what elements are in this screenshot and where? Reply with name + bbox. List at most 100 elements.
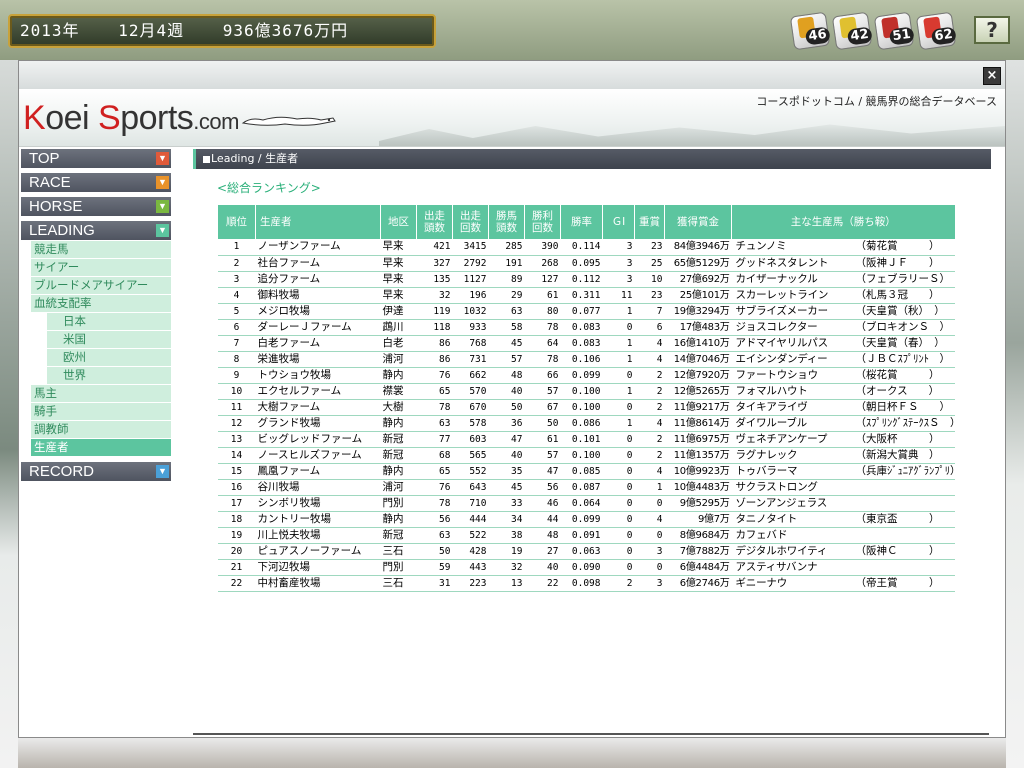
table-cell: （阪神ＪＦ ）: [853, 255, 955, 272]
table-row[interactable]: 12 グランド牧場 静内 63 578 36 50 0.086 1 4 11億8614万 ダイワルーブ…: [217, 415, 955, 432]
table-cell: 570: [452, 383, 489, 400]
item-badge-4[interactable]: 62: [915, 11, 957, 51]
table-row[interactable]: 22 中村畜産牧場 三石 31 223 13 22 0.098 2 3 6億2746万 ギニーナウ （帝…: [217, 575, 955, 592]
table-cell: 三石: [380, 543, 417, 560]
table-row[interactable]: 13 ビッグレッドファーム 新冠 77 603 47 61 0.101 0 2 11億6975万 ヴェ…: [217, 431, 955, 448]
table-row[interactable]: 16 谷川牧場 浦河 76 643 45 56 0.087 0 1 10億4483万 サクラストロング: [217, 479, 955, 496]
nav-leading-europe[interactable]: 欧州: [47, 349, 171, 367]
nav-leading-usa[interactable]: 米国: [47, 331, 171, 349]
table-cell: 9億7万: [664, 511, 732, 528]
table-row[interactable]: 17 シンボリ牧場 門別 78 710 33 46 0.064 0 0 9億5295万 ゾーンアンジェ…: [217, 495, 955, 512]
table-row[interactable]: 7 白老ファーム 白老 86 768 45 64 0.083 1 4 16億1410万 アドマイヤリル…: [217, 335, 955, 352]
nav-leading-breeder[interactable]: 生産者: [31, 439, 171, 457]
table-cell: 0.091: [560, 527, 603, 544]
table-cell: 56: [524, 479, 561, 496]
table-row[interactable]: 19 川上悦夫牧場 新冠 63 522 38 48 0.091 0 0 8億9684万 カフェバド: [217, 527, 955, 544]
table-cell: [853, 527, 955, 544]
table-cell: 8: [217, 351, 256, 368]
nav-top[interactable]: TOP ▼: [21, 149, 171, 168]
table-cell: ギニーナウ: [731, 575, 854, 592]
table-cell: 静内: [380, 463, 417, 480]
table-row[interactable]: 4 御料牧場 早来 32 196 29 61 0.311 11 23 25億101万 スカーレットライ…: [217, 287, 955, 304]
table-cell: 18: [217, 511, 256, 528]
table-cell: 16: [217, 479, 256, 496]
table-cell: 3: [217, 271, 256, 288]
item-badge-3[interactable]: 51: [873, 11, 915, 51]
site-logo[interactable]: Koei Sports.com: [23, 99, 337, 138]
chevron-down-icon: ▼: [156, 176, 169, 189]
table-cell: 33: [488, 495, 525, 512]
table-row[interactable]: 3 追分ファーム 早来 135 1127 89 127 0.112 3 10 27億692万 カイザー…: [217, 271, 955, 288]
table-cell: 127: [524, 271, 561, 288]
table-cell: 64: [524, 335, 561, 352]
table-row[interactable]: 1 ノーザンファーム 早来 421 3415 285 390 0.114 3 23 84億3946万…: [217, 239, 955, 256]
table-cell: 栄進牧場: [255, 351, 381, 368]
nav-leading-sire[interactable]: サイアー: [31, 259, 171, 277]
table-row[interactable]: 15 鳳凰ファーム 静内 65 552 35 47 0.085 0 4 10億9923万 トゥバラーマ…: [217, 463, 955, 480]
table-row[interactable]: 21 下河辺牧場 門別 59 443 32 40 0.090 0 0 6億4484万 アスティサバンナ: [217, 559, 955, 576]
section-title: <総合ランキング>: [217, 181, 321, 195]
table-row[interactable]: 9 トウショウ牧場 静内 76 662 48 66 0.099 0 2 12億7920万 ファートウシ…: [217, 367, 955, 384]
table-cell: 6: [217, 319, 256, 336]
table-cell: 57: [488, 351, 525, 368]
nav-leading-trainer[interactable]: 調教師: [31, 421, 171, 439]
column-header-graded: 重賞: [634, 205, 665, 239]
table-cell: 45: [488, 479, 525, 496]
nav-leading-world[interactable]: 世界: [47, 367, 171, 385]
nav-race[interactable]: RACE ▼: [21, 173, 171, 192]
status-week: 12月4週: [118, 21, 185, 40]
table-cell: デジタルホワイティ: [731, 543, 854, 560]
table-cell: （札馬３冠 ）: [853, 287, 955, 304]
table-row[interactable]: 11 大樹ファーム 大樹 78 670 50 67 0.100 0 2 11億9217万 タイキアライ…: [217, 399, 955, 416]
table-cell: 早来: [380, 287, 417, 304]
ferret-icon: [241, 116, 336, 126]
column-header-breeder: 生産者: [255, 205, 381, 239]
table-cell: （天皇賞（秋） ）: [853, 303, 955, 320]
table-cell: 7億7882万: [664, 543, 732, 560]
nav-leading-broodmare-sire[interactable]: ブルードメアサイアー: [31, 277, 171, 295]
table-cell: 0: [602, 431, 635, 448]
table-row[interactable]: 18 カントリー牧場 静内 56 444 34 44 0.099 0 4 9億7万 タニノタイト （東京…: [217, 511, 955, 528]
badge-count: 62: [930, 26, 957, 46]
table-cell: 89: [488, 271, 525, 288]
table-cell: 65: [416, 463, 453, 480]
table-cell: 11: [602, 287, 635, 304]
item-badge-2[interactable]: 42: [831, 11, 873, 51]
table-cell: タイキアライヴ: [731, 399, 854, 416]
table-row[interactable]: 6 ダーレーＪファーム 鵡川 118 933 58 78 0.083 0 6 17億483万 ジョスコ…: [217, 319, 955, 336]
nav-leading-jockey[interactable]: 騎手: [31, 403, 171, 421]
table-cell: 2: [217, 255, 256, 272]
table-cell: 38: [488, 527, 525, 544]
table-cell: 12: [217, 415, 256, 432]
nav-leading-japan[interactable]: 日本: [47, 313, 171, 331]
table-cell: 大樹: [380, 399, 417, 416]
nav-leading[interactable]: LEADING ▼: [21, 221, 171, 240]
table-cell: 0: [602, 495, 635, 512]
close-button[interactable]: ×: [983, 67, 1001, 85]
table-cell: （大阪杯 ）: [853, 431, 955, 448]
nav-horse[interactable]: HORSE ▼: [21, 197, 171, 216]
table-row[interactable]: 8 栄進牧場 浦河 86 731 57 78 0.106 1 4 14億7046万 エイシンダンディー…: [217, 351, 955, 368]
table-cell: トゥバラーマ: [731, 463, 854, 480]
table-cell: 27億692万: [664, 271, 732, 288]
table-row[interactable]: 14 ノースヒルズファーム 新冠 68 565 40 57 0.100 0 2 11億1357万 ラグ…: [217, 447, 955, 464]
help-button[interactable]: ?: [974, 16, 1010, 44]
nav-leading-owner[interactable]: 馬主: [31, 385, 171, 403]
table-cell: 17: [217, 495, 256, 512]
table-row[interactable]: 2 社台ファーム 早来 327 2792 191 268 0.095 3 25 65億5129万 グッ…: [217, 255, 955, 272]
table-cell: （兵庫ｼﾞｭﾆｱｸﾞﾗﾝﾌﾟﾘ）: [853, 463, 955, 480]
table-row[interactable]: 10 エクセルファーム 襟裳 65 570 40 57 0.100 1 2 12億5265万 フォマル…: [217, 383, 955, 400]
table-cell: 1: [217, 239, 256, 256]
item-badge-1[interactable]: 46: [789, 11, 831, 51]
table-cell: ノーザンファーム: [255, 239, 381, 256]
nav-leading-bloodline[interactable]: 血統支配率: [31, 295, 171, 313]
table-cell: 2: [634, 431, 665, 448]
table-cell: （オークス ）: [853, 383, 955, 400]
nav-leading-racehorse[interactable]: 競走馬: [31, 241, 171, 259]
table-row[interactable]: 20 ピュアスノーファーム 三石 50 428 19 27 0.063 0 3 7億7882万 デジタ…: [217, 543, 955, 560]
nav-record[interactable]: RECORD ▼: [21, 462, 171, 481]
table-cell: 36: [488, 415, 525, 432]
table-cell: 1: [602, 303, 635, 320]
table-cell: サクラストロング: [731, 479, 854, 496]
table-row[interactable]: 5 メジロ牧場 伊達 119 1032 63 80 0.077 1 7 19億3294万 サブライズメ…: [217, 303, 955, 320]
